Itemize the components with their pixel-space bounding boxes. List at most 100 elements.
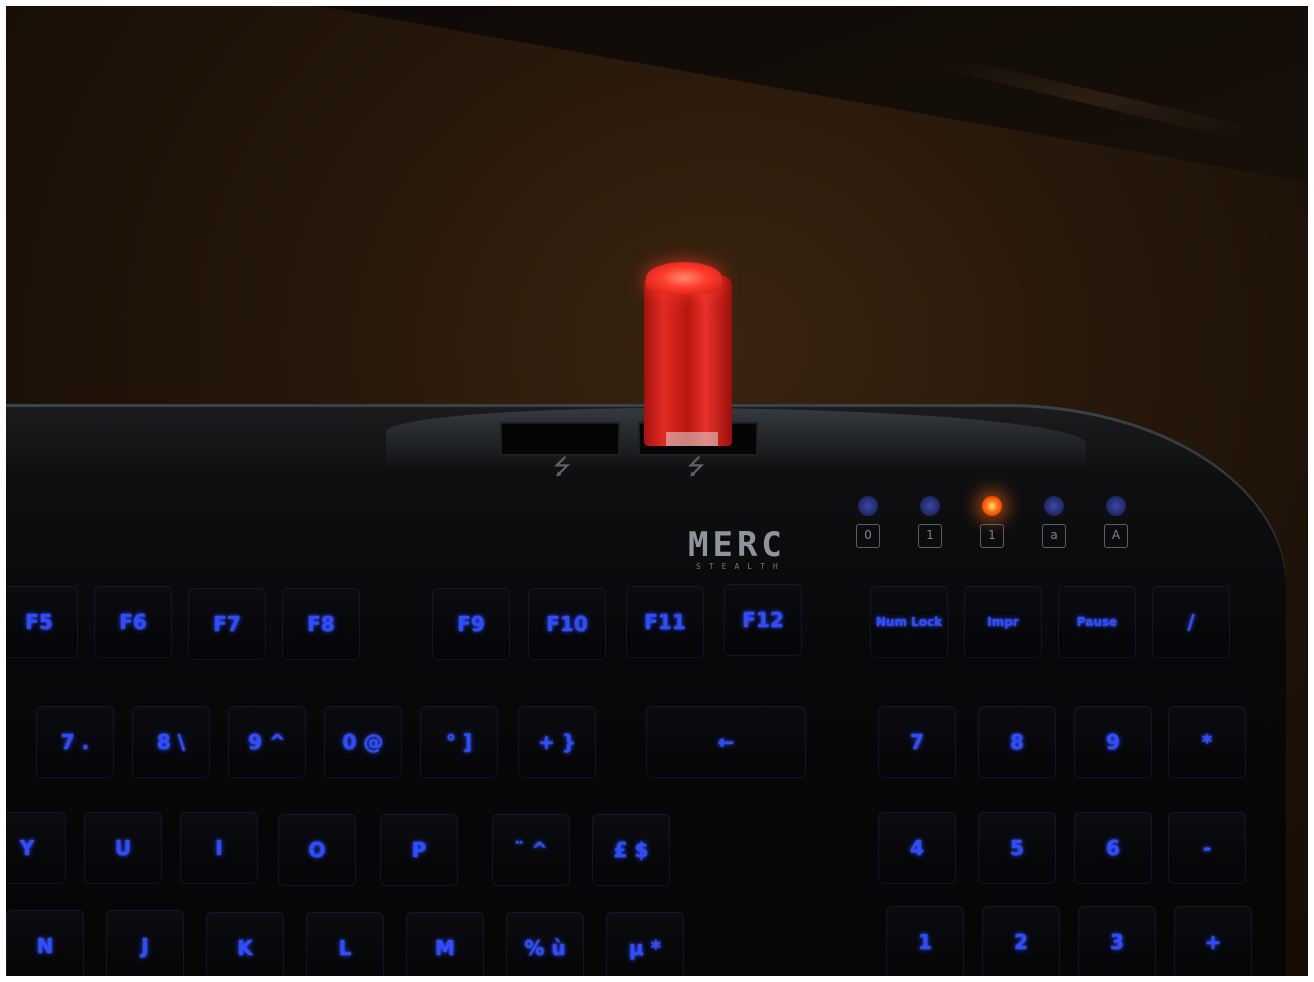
key-numpad-7[interactable]: 7 [878, 706, 956, 778]
backspace-icon: ← [717, 730, 735, 754]
usb-drive-light [646, 262, 722, 294]
keyboard-photo: ⭍ ⭍ 0 1 1 a A MERC STEALTH F5 F6 F7 F8 F… [6, 6, 1308, 976]
key-label: F11 [644, 610, 686, 634]
key-u[interactable]: U [84, 812, 162, 884]
key-numpad-9[interactable]: 9 [1074, 706, 1152, 778]
key-i[interactable]: I [180, 812, 258, 884]
key-divide[interactable]: / [1152, 586, 1230, 658]
brand-logo: MERC [688, 525, 786, 565]
key-f7[interactable]: F7 [188, 588, 266, 660]
key-label: Impr [987, 614, 1019, 629]
key-backspace[interactable]: ← [646, 706, 806, 778]
key-label: O [308, 838, 326, 862]
key-label: ° ] [445, 730, 473, 754]
key-label: 1 [918, 930, 932, 954]
key-label: 2 [1014, 930, 1028, 954]
key-8[interactable]: 8 \ [132, 706, 210, 778]
key-f9[interactable]: F9 [432, 588, 510, 660]
key-numpad-6[interactable]: 6 [1074, 812, 1152, 884]
status-led-active [982, 496, 1002, 516]
key-label: I [215, 836, 223, 860]
key-percent[interactable]: % ù [506, 912, 584, 976]
key-numpad-2[interactable]: 2 [982, 906, 1060, 976]
key-numpad-minus[interactable]: - [1168, 812, 1246, 884]
key-label: Num Lock [875, 614, 943, 629]
key-label: U [114, 836, 132, 860]
key-f10[interactable]: F10 [528, 588, 606, 660]
key-o[interactable]: O [278, 814, 356, 886]
status-led [858, 496, 878, 516]
key-label: M [435, 936, 455, 960]
key-label: F6 [119, 610, 147, 634]
key-f6[interactable]: F6 [94, 586, 172, 658]
key-label: 9 [1106, 730, 1120, 754]
key-label: Pause [1076, 614, 1118, 629]
key-label: 4 [910, 836, 924, 860]
keyboard-body [6, 404, 1286, 976]
usb-drive-connector [666, 432, 718, 446]
key-f5[interactable]: F5 [6, 586, 78, 658]
key-label: F12 [742, 608, 784, 632]
key-numpad-multiply[interactable]: * [1168, 706, 1246, 778]
key-label: * [1201, 730, 1213, 754]
key-num-lock[interactable]: Num Lock [870, 586, 948, 658]
key-n[interactable]: N [6, 910, 84, 976]
key-label: L [338, 936, 352, 960]
key-numpad-1[interactable]: 1 [886, 906, 964, 976]
key-j[interactable]: J [106, 910, 184, 976]
key-numpad-8[interactable]: 8 [978, 706, 1056, 778]
key-label: 8 [1010, 730, 1024, 754]
key-label: F5 [25, 610, 53, 634]
key-k[interactable]: K [206, 912, 284, 976]
key-label: 5 [1010, 836, 1024, 860]
key-m[interactable]: M [406, 912, 484, 976]
key-print-screen[interactable]: Impr [964, 586, 1042, 658]
key-plus[interactable]: + } [518, 706, 596, 778]
key-dollar[interactable]: £ $ [592, 814, 670, 886]
key-label: - [1202, 836, 1212, 860]
key-label: / [1187, 610, 1195, 634]
key-7[interactable]: 7 . [36, 706, 114, 778]
key-label: F9 [457, 612, 485, 636]
key-numpad-4[interactable]: 4 [878, 812, 956, 884]
key-pause[interactable]: Pause [1058, 586, 1136, 658]
led-label-icon: 1 [980, 524, 1004, 548]
key-numpad-3[interactable]: 3 [1078, 906, 1156, 976]
usb-icon: ⭍ [552, 455, 572, 480]
key-label: + [1204, 930, 1222, 954]
red-usb-drive [644, 276, 732, 446]
key-9[interactable]: 9 ^ [228, 706, 306, 778]
key-label: 0 @ [342, 730, 384, 754]
key-label: 9 ^ [248, 730, 286, 754]
key-p[interactable]: P [380, 814, 458, 886]
status-led [1106, 496, 1126, 516]
key-label: F10 [546, 612, 588, 636]
key-caret[interactable]: ¨ ^ [492, 814, 570, 886]
status-led [1044, 496, 1064, 516]
key-y[interactable]: Y [6, 812, 66, 884]
key-label: N [36, 934, 54, 958]
brand-subtitle: STEALTH [696, 562, 786, 571]
key-label: F8 [307, 612, 335, 636]
key-label: 6 [1106, 836, 1120, 860]
key-numpad-5[interactable]: 5 [978, 812, 1056, 884]
key-numpad-plus[interactable]: + [1174, 906, 1252, 976]
usb-icon: ⭍ [686, 455, 706, 480]
key-label: ¨ ^ [514, 838, 548, 862]
key-label: 8 \ [156, 730, 186, 754]
key-l[interactable]: L [306, 912, 384, 976]
key-degree[interactable]: ° ] [420, 706, 498, 778]
key-label: Y [19, 836, 35, 860]
usb-port-left [500, 422, 620, 456]
key-mu[interactable]: µ * [606, 912, 684, 976]
key-f11[interactable]: F11 [626, 586, 704, 658]
key-f8[interactable]: F8 [282, 588, 360, 660]
key-label: F7 [213, 612, 241, 636]
key-label: K [237, 936, 253, 960]
key-f12[interactable]: F12 [724, 584, 802, 656]
key-label: + } [538, 730, 576, 754]
key-label: 7 [910, 730, 924, 754]
key-label: 7 . [60, 730, 90, 754]
key-0[interactable]: 0 @ [324, 706, 402, 778]
led-label-icon: a [1042, 524, 1066, 548]
